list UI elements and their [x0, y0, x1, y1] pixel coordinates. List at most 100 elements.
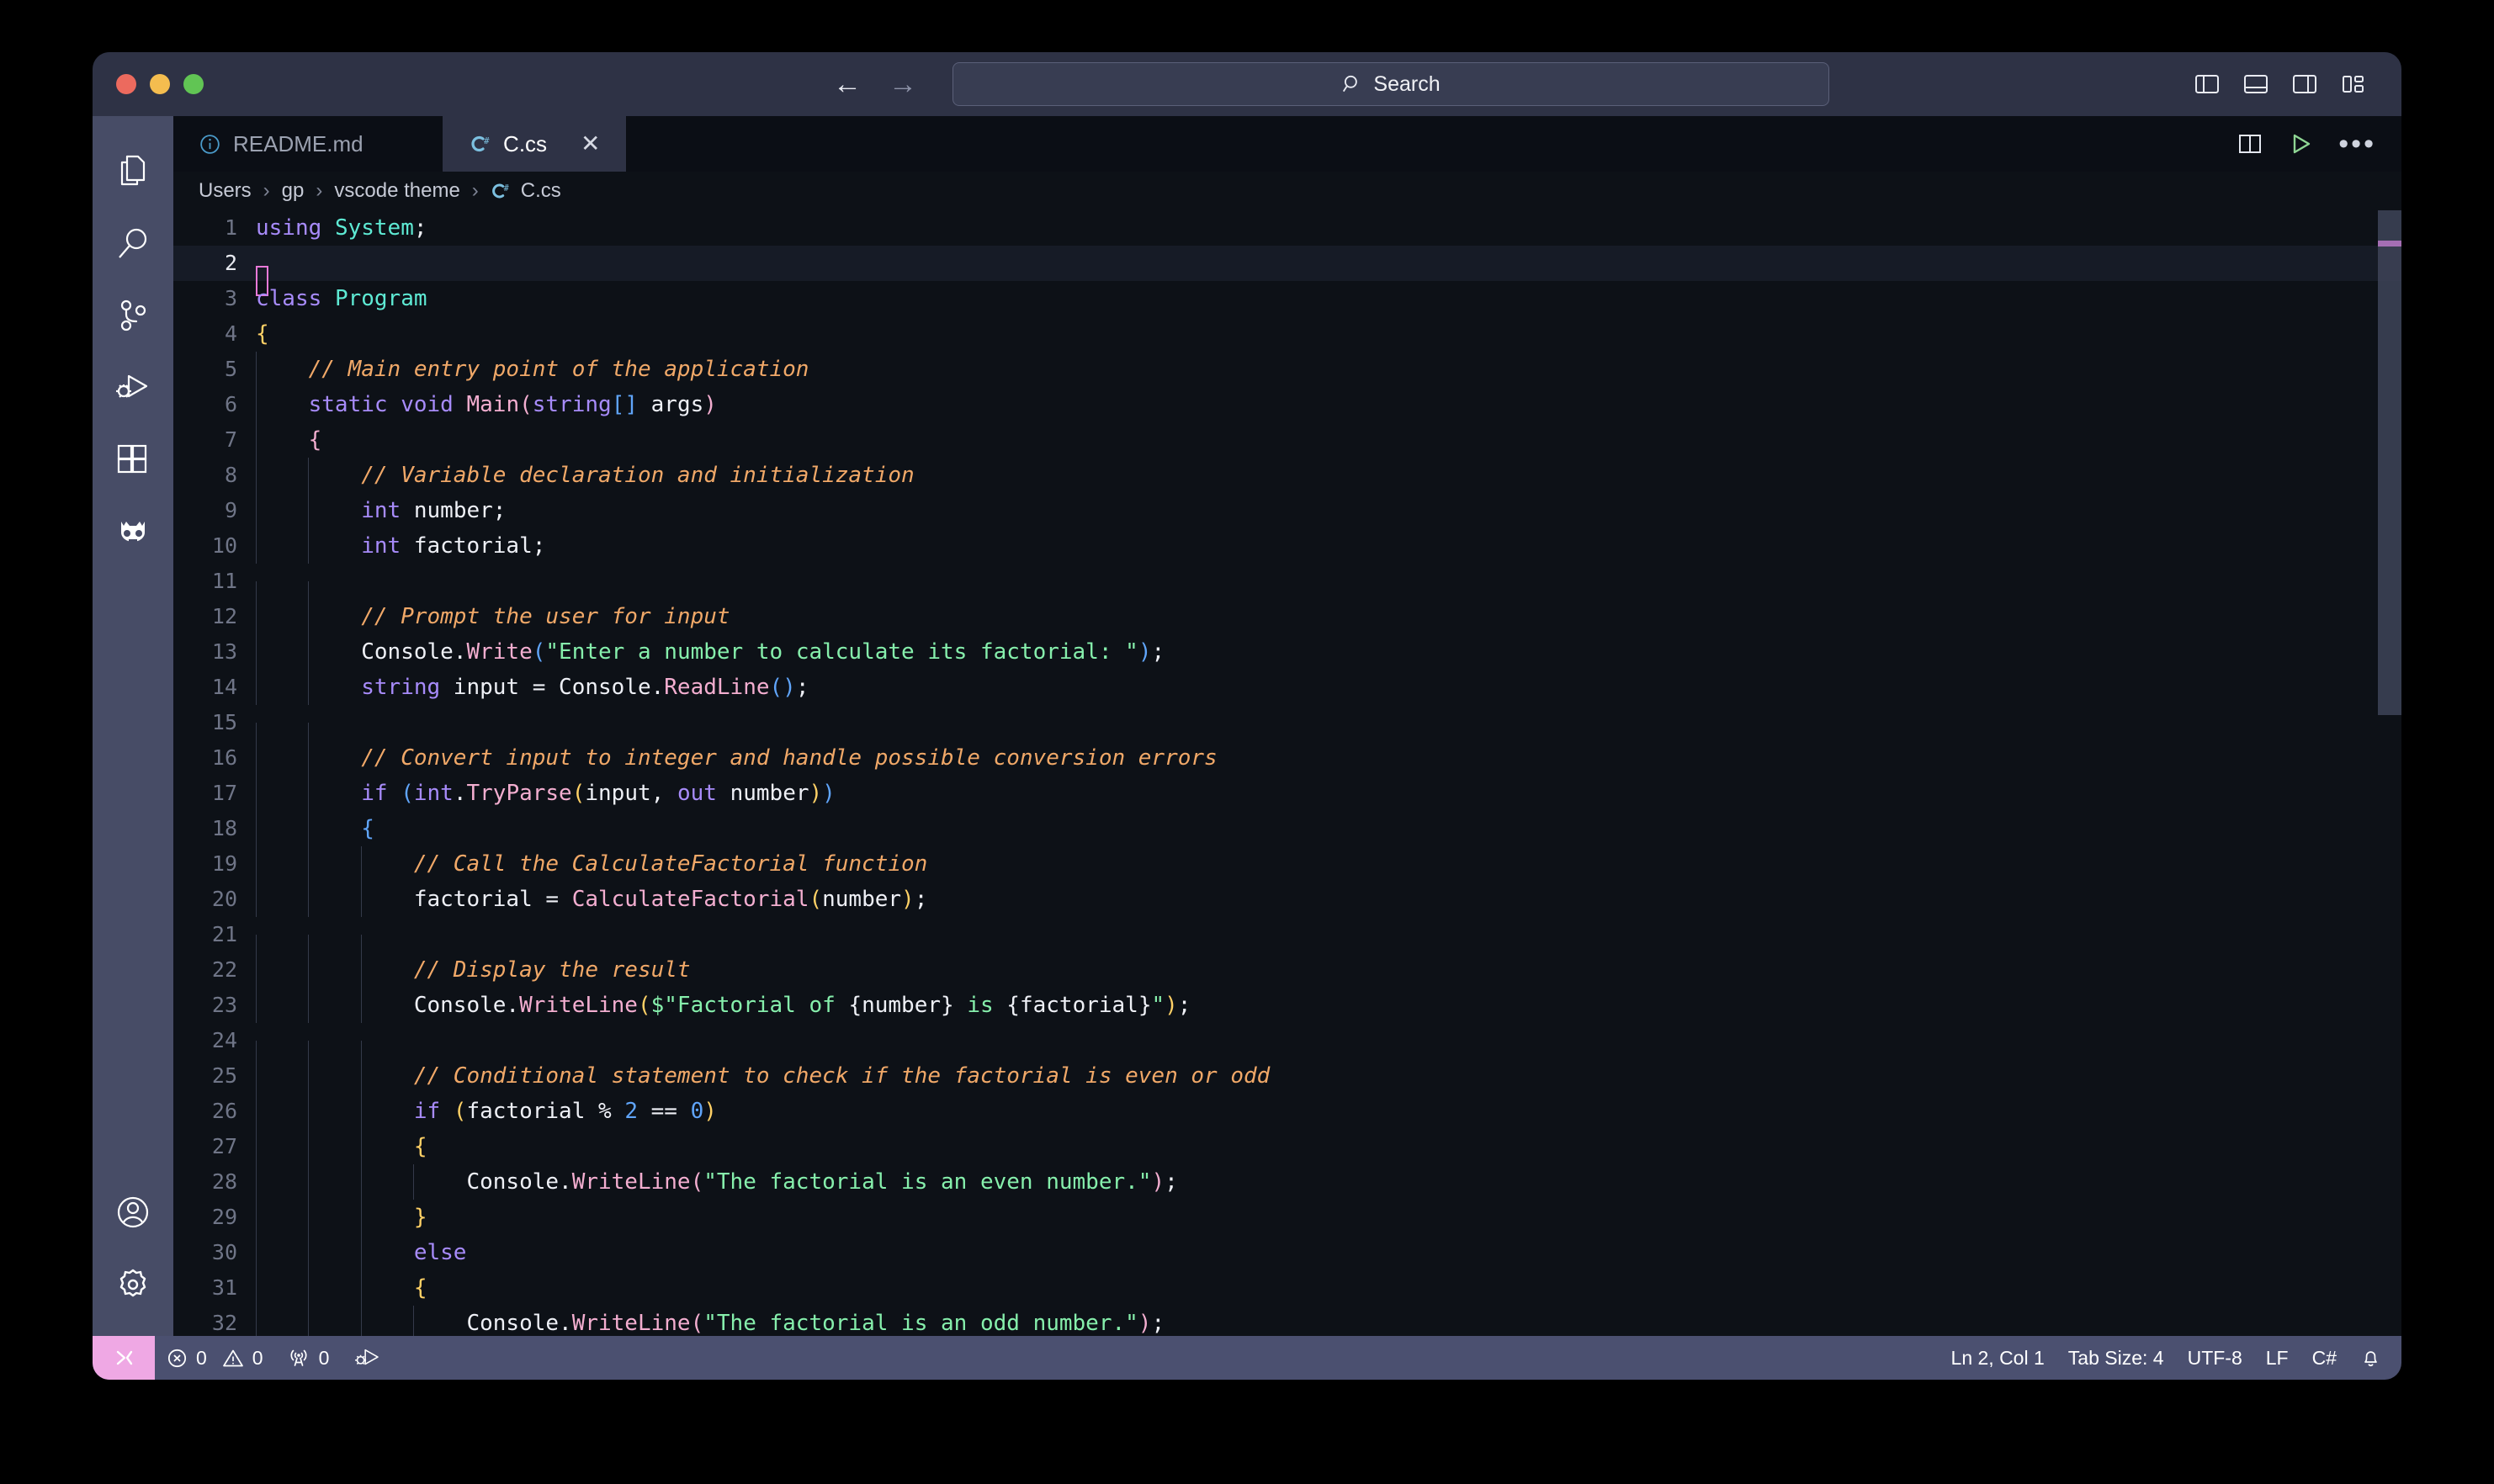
sidebar-item-accounts[interactable] — [93, 1176, 173, 1248]
code-line[interactable]: 27 { — [173, 1129, 2401, 1164]
code-line[interactable]: 20 factorial = CalculateFactorial(number… — [173, 882, 2401, 917]
run-play-icon[interactable] — [2288, 131, 2313, 156]
code-line[interactable]: 9 int number; — [173, 493, 2401, 528]
go-forward-icon[interactable]: → — [889, 70, 917, 98]
maximize-window-button[interactable] — [183, 74, 204, 94]
code-line[interactable]: 18 { — [173, 811, 2401, 846]
close-icon[interactable]: ✕ — [581, 132, 600, 156]
code-line[interactable]: 4{ — [173, 316, 2401, 352]
chevron-right-icon: › — [471, 179, 479, 202]
code-line[interactable]: 17 if (int.TryParse(input, out number)) — [173, 776, 2401, 811]
tab-c-cs[interactable]: # C.cs ✕ — [443, 116, 627, 172]
code-line[interactable]: 16 // Convert input to integer and handl… — [173, 740, 2401, 776]
code-line[interactable]: 25 // Conditional statement to check if … — [173, 1058, 2401, 1094]
line-number: 18 — [211, 816, 237, 840]
traffic-lights — [93, 74, 204, 94]
status-problems[interactable]: 0 0 — [155, 1336, 275, 1380]
line-number: 25 — [211, 1063, 237, 1088]
code-line[interactable]: 19 // Call the CalculateFactorial functi… — [173, 846, 2401, 882]
sidebar-item-explorer[interactable] — [93, 135, 173, 207]
code-line[interactable]: 29 } — [173, 1200, 2401, 1235]
editor-vertical-scrollbar[interactable] — [2378, 210, 2401, 1336]
sidebar-item-extensions[interactable] — [93, 424, 173, 496]
toggle-secondary-sidebar-icon[interactable] — [2292, 73, 2317, 95]
indent-guide — [360, 1200, 362, 1235]
line-number: 16 — [211, 745, 237, 770]
code-line[interactable]: 10 int factorial; — [173, 528, 2401, 564]
code-line[interactable]: 5 // Main entry point of the application — [173, 352, 2401, 387]
status-ports[interactable]: 0 — [275, 1336, 342, 1380]
indent-guide — [256, 882, 257, 917]
sidebar-item-search[interactable] — [93, 207, 173, 279]
sidebar-item-godot-tools[interactable] — [93, 496, 173, 569]
status-notifications[interactable] — [2348, 1336, 2393, 1380]
breadcrumb-item-vscode-theme[interactable]: vscode theme — [332, 179, 461, 203]
indent-guide — [308, 776, 310, 811]
minimize-window-button[interactable] — [150, 74, 170, 94]
remote-window-indicator[interactable] — [93, 1336, 155, 1380]
tab-readme-md[interactable]: README.md ✕ — [173, 116, 443, 172]
code-line[interactable]: 12 // Prompt the user for input — [173, 599, 2401, 634]
line-number: 2 — [224, 251, 237, 275]
code-line[interactable]: 8 // Variable declaration and initializa… — [173, 458, 2401, 493]
indent-guide — [308, 882, 310, 917]
code-line[interactable]: 21 — [173, 917, 2401, 970]
code-line[interactable]: 30 else — [173, 1235, 2401, 1270]
code-line[interactable]: 28 Console.WriteLine("The factorial is a… — [173, 1164, 2401, 1200]
code-line[interactable]: 24 — [173, 1023, 2401, 1076]
breadcrumb-item-gp[interactable]: gp — [280, 179, 306, 203]
tab-bar: README.md ✕ # C.cs ✕ — [173, 116, 2401, 172]
code-editor[interactable]: 1 using System; 2 3 class Program 4{5 // Main… — [173, 210, 2401, 1336]
status-language-mode[interactable]: C# — [2300, 1336, 2348, 1380]
code-line[interactable]: 1 using System; — [173, 210, 2401, 246]
indent-guide — [360, 1129, 362, 1164]
warning-triangle-icon — [222, 1348, 244, 1369]
status-encoding[interactable]: UTF-8 — [2176, 1336, 2254, 1380]
close-window-button[interactable] — [116, 74, 136, 94]
code-line[interactable]: 3 class Program — [173, 281, 2401, 316]
code-tokens: // Variable declaration and initializati… — [361, 463, 915, 488]
code-line[interactable]: 32 Console.WriteLine("The factorial is a… — [173, 1306, 2401, 1336]
breadcrumb-item-users[interactable]: Users — [197, 179, 253, 203]
code-line[interactable]: 6 static void Main(string[] args) — [173, 387, 2401, 422]
customize-layout-icon[interactable] — [2341, 73, 2366, 95]
scrollbar-thumb[interactable] — [2378, 210, 2401, 715]
code-line[interactable]: 14 string input = Console.ReadLine(); — [173, 670, 2401, 705]
sidebar-item-run-and-debug[interactable] — [93, 352, 173, 424]
status-debug[interactable] — [341, 1336, 393, 1380]
code-line[interactable]: 2 — [173, 246, 2401, 296]
activity-bar-top — [93, 116, 173, 569]
line-number: 4 — [224, 321, 237, 346]
sidebar-item-source-control[interactable] — [93, 279, 173, 352]
code-tokens: // Conditional statement to check if the… — [413, 1063, 1271, 1089]
line-number: 1 — [224, 215, 237, 240]
toggle-primary-sidebar-icon[interactable] — [2194, 73, 2220, 95]
code-line[interactable]: 31 { — [173, 1270, 2401, 1306]
status-cursor-position[interactable]: Ln 2, Col 1 — [1939, 1336, 2056, 1380]
error-circle-icon — [167, 1348, 188, 1369]
line-number: 5 — [224, 357, 237, 381]
chevron-right-icon: › — [316, 179, 323, 202]
code-line[interactable]: 26 if (factorial % 2 == 0) — [173, 1094, 2401, 1129]
cursor-position-marker — [2378, 241, 2401, 246]
sidebar-item-manage-settings[interactable] — [93, 1248, 173, 1321]
code-line[interactable]: 13 Console.Write("Enter a number to calc… — [173, 634, 2401, 670]
code-line[interactable]: 15 — [173, 705, 2401, 758]
more-actions-icon[interactable]: ••• — [2338, 130, 2376, 158]
status-eol[interactable]: LF — [2254, 1336, 2300, 1380]
code-lines-container[interactable]: 1 using System; 2 3 class Program 4{5 // Main… — [173, 210, 2401, 1336]
status-tab-size[interactable]: Tab Size: 4 — [2056, 1336, 2176, 1380]
split-editor-icon[interactable] — [2237, 133, 2263, 155]
command-center-search[interactable]: Search — [952, 62, 1829, 106]
indent-guide — [308, 599, 310, 634]
code-line[interactable]: 7 { — [173, 422, 2401, 458]
code-line[interactable]: 22 // Display the result — [173, 952, 2401, 988]
code-line-text: { — [256, 811, 2401, 846]
breadcrumb-item-file[interactable]: C.cs — [519, 179, 563, 203]
indent-guide — [256, 528, 257, 564]
code-line[interactable]: 23 Console.WriteLine($"Factorial of {num… — [173, 988, 2401, 1023]
indent-guide — [308, 1306, 310, 1336]
toggle-panel-icon[interactable] — [2243, 73, 2268, 95]
code-line[interactable]: 11 — [173, 564, 2401, 617]
go-back-icon[interactable]: ← — [833, 70, 862, 98]
